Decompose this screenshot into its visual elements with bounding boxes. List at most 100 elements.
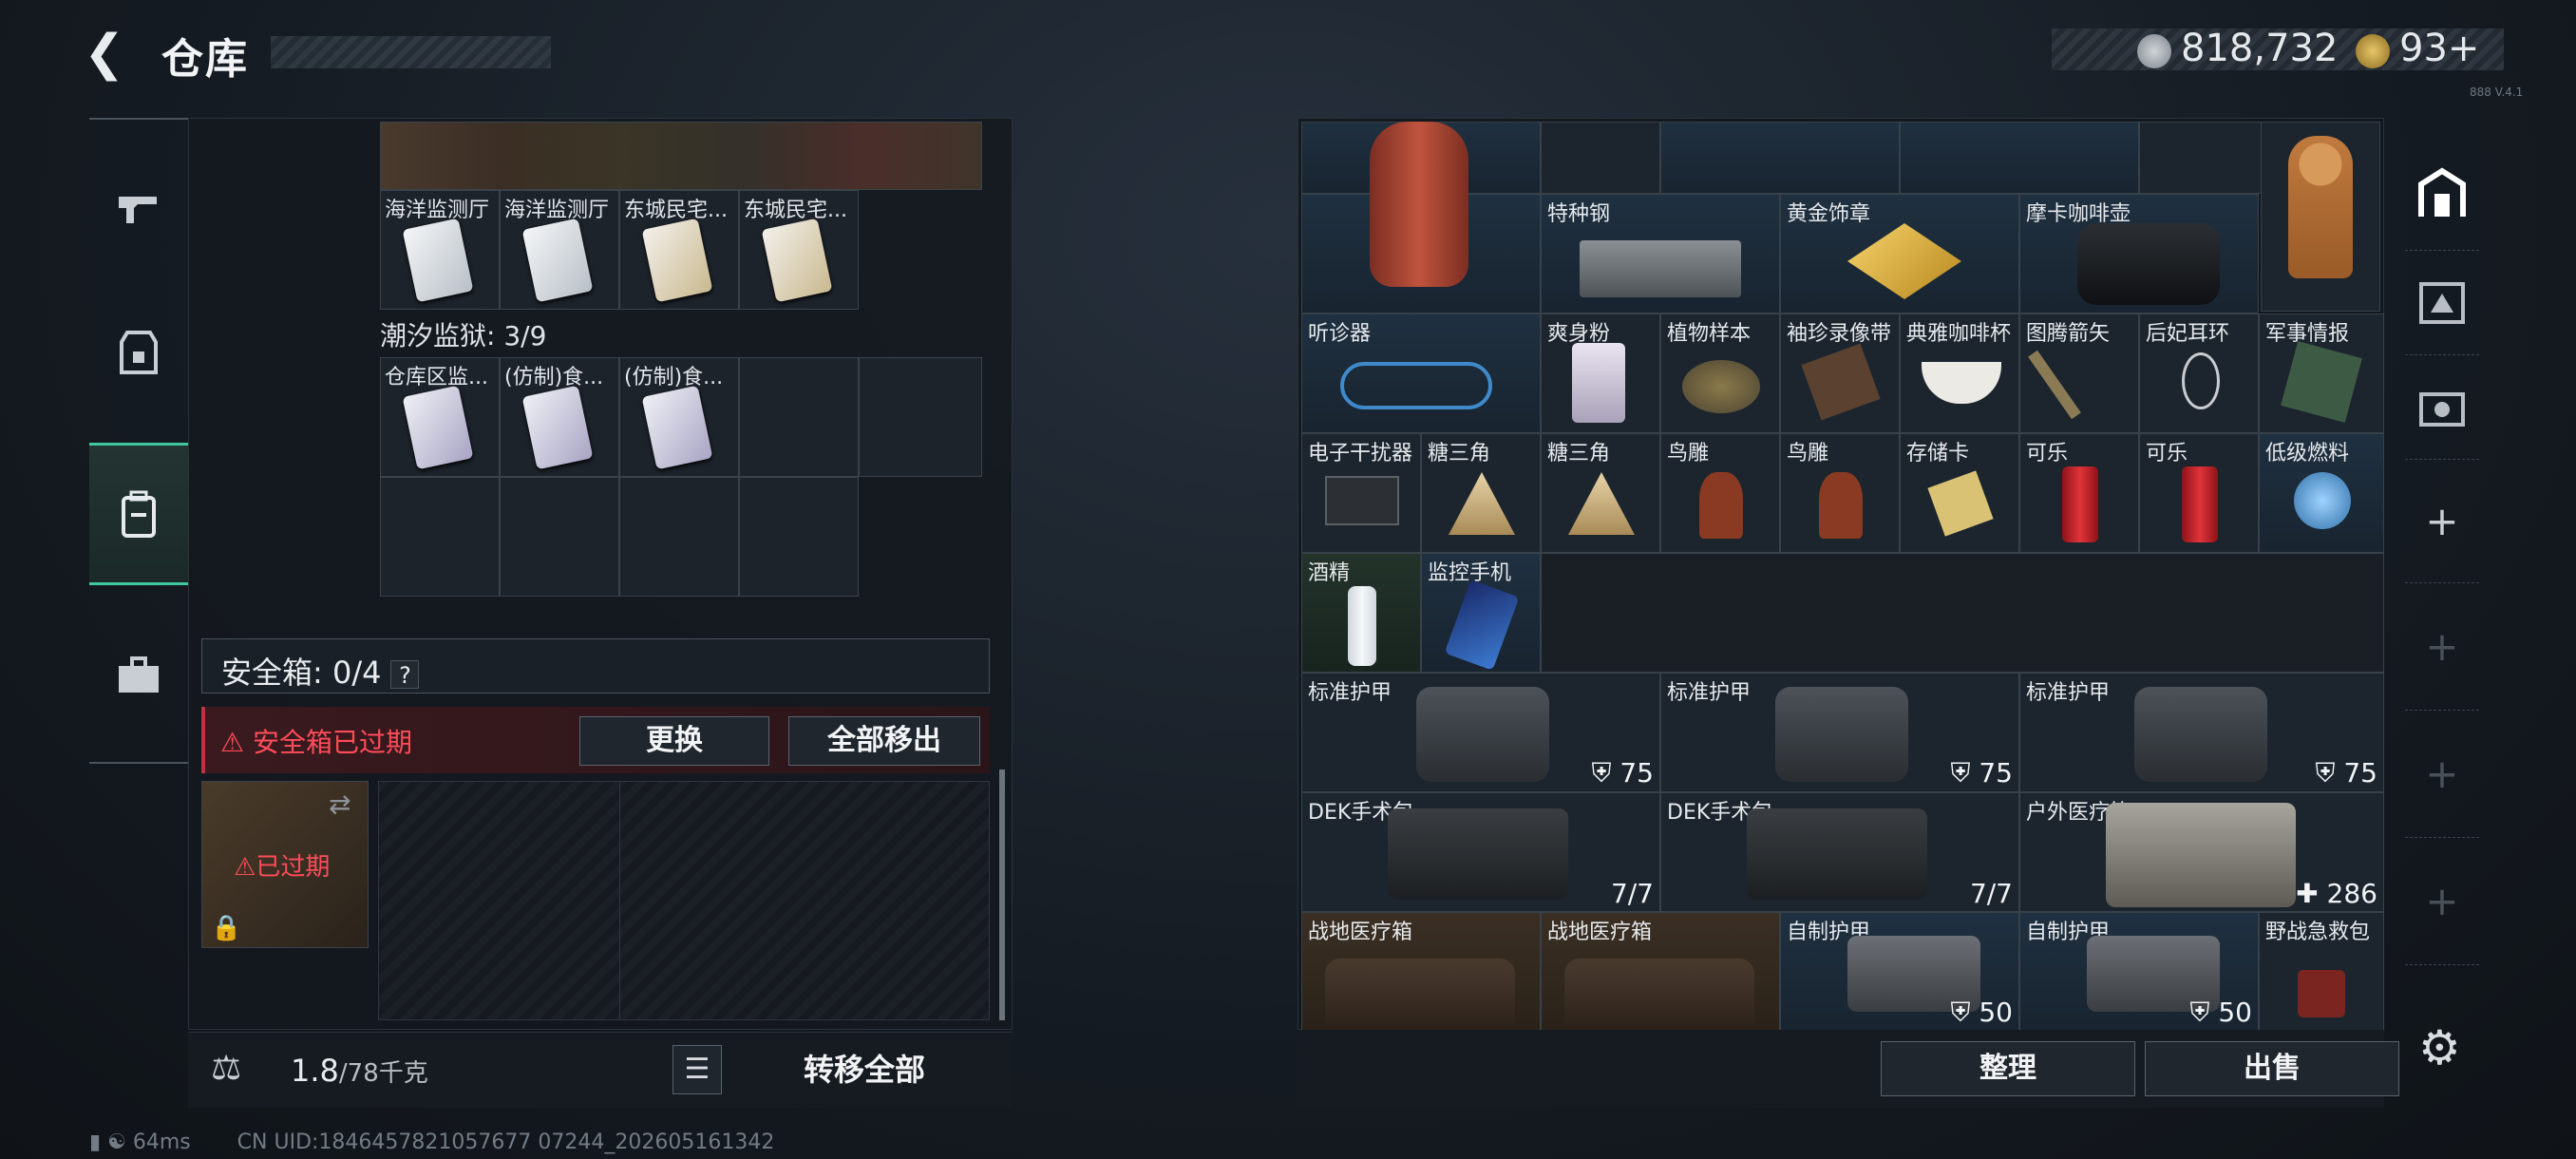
version-text: 888 V.4.1: [2470, 86, 2524, 99]
keycard-icon: [641, 218, 713, 303]
item-cell[interactable]: 典雅咖啡杯: [1900, 314, 2019, 433]
item-cell[interactable]: DEK手术包 7/7: [1301, 792, 1660, 912]
inventory-grid: 特种钢 黄金饰章 摩卡咖啡壶 听诊器 爽身粉 植物样本 袖珍录像带 典雅咖啡杯 …: [1301, 122, 2384, 1030]
help-icon[interactable]: ?: [390, 660, 420, 689]
item-cell[interactable]: 听诊器: [1301, 314, 1541, 433]
keycard-icon: [521, 218, 594, 303]
gun-icon[interactable]: [89, 139, 188, 281]
item-cell[interactable]: 糖三角: [1421, 433, 1541, 553]
item-cell[interactable]: 战地医疗箱: [1541, 912, 1780, 1030]
item-cell[interactable]: 袖珍录像带: [1780, 314, 1900, 433]
item-cell[interactable]: 可乐: [2139, 433, 2259, 553]
item-cell[interactable]: 战地医疗箱: [1301, 912, 1541, 1030]
add-icon[interactable]: +: [2405, 583, 2479, 711]
left-category-nav: [89, 118, 188, 764]
item-cell[interactable]: 电子干扰器: [1301, 433, 1421, 553]
item-cell[interactable]: 图腾箭矢: [2019, 314, 2139, 433]
storage-row-partial[interactable]: [380, 122, 982, 190]
keycard-icon: [641, 385, 713, 470]
item-cell[interactable]: 标准护甲 ⛨ 75: [1301, 673, 1660, 792]
storage-cell-empty[interactable]: [380, 477, 500, 597]
gear-icon[interactable]: ⚙: [2418, 1020, 2461, 1075]
add-gold-icon: +: [2447, 27, 2480, 70]
item-cell[interactable]: [1541, 122, 1660, 194]
silver-coin-icon: [2137, 34, 2171, 68]
item-cell[interactable]: 植物样本: [1660, 314, 1780, 433]
item-cell[interactable]: 酒精: [1301, 553, 1421, 673]
silver-amount: 818,732: [2181, 27, 2339, 70]
item-cell[interactable]: 鸟雕: [1780, 433, 1900, 553]
transfer-all-button[interactable]: 转移全部: [731, 1043, 997, 1096]
list-icon[interactable]: ☰: [672, 1045, 722, 1094]
gold-coin-icon: [2356, 34, 2390, 68]
item-cell[interactable]: 摩卡咖啡壶: [2019, 194, 2259, 314]
empty-cells[interactable]: [1541, 553, 2384, 673]
item-cell[interactable]: 军事情报: [2259, 314, 2384, 433]
storage-cell[interactable]: 仓库区监...: [380, 357, 500, 477]
storage-cell[interactable]: 海洋监测厅: [500, 190, 619, 310]
storage-cell-empty[interactable]: [739, 357, 859, 477]
item-cell[interactable]: 爽身粉: [1541, 314, 1660, 433]
warning-text: ⚠ 安全箱已过期: [220, 727, 413, 758]
item-cell[interactable]: 自制护甲 ⛨ 50: [1780, 912, 2019, 1030]
add-icon[interactable]: +: [2405, 838, 2479, 965]
right-storage-nav: + + + +: [2405, 118, 2479, 1030]
storage-cell[interactable]: 海洋监测厅: [380, 190, 500, 310]
keycard-icon: [761, 218, 833, 303]
storage-cell[interactable]: (仿制)食...: [500, 357, 619, 477]
storage-cell[interactable]: 东城民宅...: [619, 190, 739, 310]
item-cell[interactable]: 糖三角: [1541, 433, 1660, 553]
gold-amount[interactable]: 93+: [2399, 27, 2479, 70]
storage-cell-empty[interactable]: [859, 357, 982, 477]
add-icon[interactable]: +: [2405, 711, 2479, 838]
backpack-icon[interactable]: [89, 443, 188, 585]
item-cell[interactable]: 户外医疗箱 ✚ 286: [2019, 792, 2384, 912]
gingerbread-item[interactable]: [2261, 122, 2380, 312]
storage-iv-icon[interactable]: [2405, 355, 2479, 460]
item-cell[interactable]: 存储卡: [1900, 433, 2019, 553]
keycard-icon: [402, 385, 474, 470]
vest-icon[interactable]: [89, 281, 188, 424]
item-cell[interactable]: 标准护甲 ⛨ 75: [2019, 673, 2384, 792]
item-cell[interactable]: DEK手术包 7/7: [1660, 792, 2019, 912]
swap-icon[interactable]: ⇄: [329, 788, 350, 820]
title-decoration: [271, 36, 551, 68]
weight-value: 1.8/78千克: [291, 1053, 428, 1089]
item-cell[interactable]: 标准护甲 ⛨ 75: [1660, 673, 2019, 792]
status-bar: ▮ ☯ 64ms CN UID:1846457821057677 07244_2…: [89, 1130, 775, 1154]
equipment-icon[interactable]: [2405, 251, 2479, 355]
sell-button[interactable]: 出售: [2145, 1041, 2399, 1096]
item-cell[interactable]: 黄金饰章: [1780, 194, 2019, 314]
keycard-icon: [402, 218, 474, 303]
add-icon[interactable]: +: [2405, 460, 2479, 583]
replace-button[interactable]: 更换: [579, 716, 769, 766]
item-cell[interactable]: [1660, 122, 1900, 194]
vault-icon[interactable]: [2405, 137, 2479, 251]
grid-divider: [619, 781, 620, 1020]
item-cell[interactable]: 低级燃料: [2259, 433, 2384, 553]
item-cell[interactable]: 野战急救包: [2259, 912, 2384, 1030]
gas-tank-icon: [1370, 122, 1468, 287]
safebox-grid[interactable]: [378, 781, 990, 1020]
storage-cell-empty[interactable]: [619, 477, 739, 597]
storage-cell-empty[interactable]: [739, 477, 859, 597]
item-cell[interactable]: 特种钢: [1541, 194, 1780, 314]
item-cell[interactable]: 自制护甲 ⛨ 50: [2019, 912, 2259, 1030]
safebox-header: 安全箱: 0/4?: [201, 638, 990, 694]
item-cell[interactable]: 鸟雕: [1660, 433, 1780, 553]
sort-button[interactable]: 整理: [1881, 1041, 2135, 1096]
storage-cell[interactable]: (仿制)食...: [619, 357, 739, 477]
storage-cell-empty[interactable]: [500, 477, 619, 597]
item-cell[interactable]: 后妃耳环: [2139, 314, 2259, 433]
item-cell[interactable]: 可乐: [2019, 433, 2139, 553]
briefcase-icon[interactable]: [89, 604, 188, 747]
scrollbar[interactable]: [999, 770, 1005, 1020]
item-cell[interactable]: [1900, 122, 2139, 194]
page-title: 仓库: [161, 35, 249, 84]
storage-cell[interactable]: 东城民宅...: [739, 190, 859, 310]
move-all-out-button[interactable]: 全部移出: [788, 716, 980, 766]
item-cell[interactable]: 监控手机: [1421, 553, 1541, 673]
keycard-icon: [521, 385, 594, 470]
expired-label: ⚠已过期: [234, 853, 331, 882]
back-arrow-icon[interactable]: ❮: [84, 27, 131, 80]
